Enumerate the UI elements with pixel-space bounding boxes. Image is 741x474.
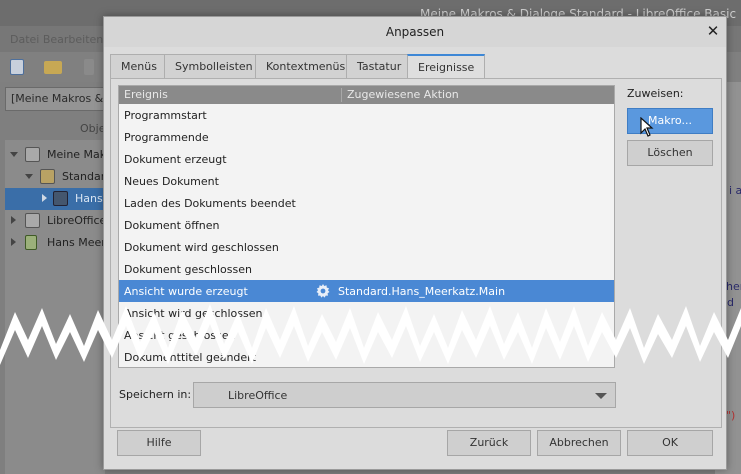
tab-events[interactable]: Ereignisse	[407, 54, 486, 78]
save-in-label: Speichern in:	[119, 388, 192, 401]
help-button[interactable]: Hilfe	[117, 430, 201, 456]
table-header: Ereignis Zugewiesene Aktion	[119, 86, 614, 104]
save-in-value: LibreOffice	[228, 389, 288, 402]
column-divider	[341, 88, 342, 102]
event-name: Dokument erzeugt	[124, 153, 227, 166]
macro-container-icon	[25, 213, 40, 228]
table-row[interactable]: Programmstart	[119, 104, 614, 126]
dialog-title: Anpassen	[385, 25, 445, 39]
table-row[interactable]: Neues Dokument	[119, 170, 614, 192]
tab-menus[interactable]: Menüs	[110, 54, 168, 78]
expand-arrow-icon[interactable]	[10, 152, 18, 157]
reset-button[interactable]: Zurück	[447, 430, 531, 456]
spreadsheet-document-icon	[25, 235, 37, 250]
download-icon[interactable]	[84, 59, 94, 75]
tree-item-document[interactable]: Hans Meer	[5, 232, 105, 254]
event-name: Programmende	[124, 131, 209, 144]
events-table: Ereignis Zugewiesene Aktion Programmstar…	[118, 85, 615, 368]
event-name: Dokument öffnen	[124, 219, 220, 232]
tree-item-libreoffice[interactable]: LibreOffice	[5, 210, 105, 232]
code-fragment: ")	[726, 409, 736, 422]
mouse-pointer-icon	[640, 117, 654, 137]
assign-label: Zuweisen:	[627, 87, 684, 100]
table-row[interactable]: Programmende	[119, 126, 614, 148]
column-header-action[interactable]: Zugewiesene Aktion	[347, 88, 459, 101]
tab-keyboard[interactable]: Tastatur	[346, 54, 413, 78]
library-icon	[40, 169, 55, 184]
column-header-event[interactable]: Ereignis	[124, 88, 168, 101]
expand-arrow-icon[interactable]	[25, 174, 33, 179]
tree-item-standard[interactable]: Standard	[5, 166, 105, 188]
event-name: Ansicht wurde erzeugt	[124, 285, 248, 298]
objects-label: Obje	[80, 122, 106, 135]
library-combo[interactable]: [Meine Makros & D	[5, 87, 105, 111]
event-name: Dokumenttitel geändert	[124, 351, 257, 364]
macro-container-icon	[25, 147, 40, 162]
event-name: Programmstart	[124, 109, 207, 122]
expand-arrow-icon[interactable]	[11, 216, 16, 224]
code-fragment: her	[726, 280, 741, 293]
tree-item-my-macros[interactable]: Meine Makr	[5, 144, 105, 166]
event-name: Dokument geschlossen	[124, 263, 252, 276]
code-fragment: i a	[729, 184, 741, 197]
module-icon	[53, 191, 68, 206]
tree-item-module-selected[interactable]: Hans	[5, 188, 105, 210]
close-icon[interactable]: ✕	[704, 22, 722, 40]
ide-menubar-text: Datei Bearbeiten	[10, 33, 104, 46]
open-folder-icon[interactable]	[44, 61, 62, 74]
gear-icon	[316, 284, 330, 298]
event-name: Ansicht wird geschlossen	[124, 307, 263, 320]
table-row[interactable]: Dokument wird geschlossen	[119, 236, 614, 258]
table-row[interactable]: Laden des Dokuments beendet	[119, 192, 614, 214]
tab-toolbars[interactable]: Symbolleisten	[164, 54, 264, 78]
ok-button[interactable]: OK	[627, 430, 713, 456]
table-row[interactable]: Dokument öffnen	[119, 214, 614, 236]
code-fragment: d	[727, 296, 734, 309]
event-name: Neues Dokument	[124, 175, 219, 188]
tab-context-menus[interactable]: Kontextmenüs	[255, 54, 357, 78]
event-name: Dokument wird geschlossen	[124, 241, 279, 254]
table-row[interactable]: Ansicht geschlossen	[119, 324, 614, 346]
save-in-select[interactable]: LibreOffice	[193, 382, 616, 408]
new-document-icon[interactable]	[10, 59, 24, 75]
event-name: Ansicht geschlossen	[124, 329, 236, 342]
table-row[interactable]: Dokumenttitel geändert	[119, 346, 614, 367]
events-tab-panel: Ereignis Zugewiesene Aktion Programmstar…	[110, 78, 722, 428]
assigned-action: Standard.Hans_Meerkatz.Main	[338, 285, 506, 298]
table-row[interactable]: Dokument geschlossen	[119, 258, 614, 280]
table-row[interactable]: Ansicht wird geschlossen	[119, 302, 614, 324]
cancel-button[interactable]: Abbrechen	[537, 430, 621, 456]
delete-button[interactable]: Löschen	[627, 140, 713, 166]
customize-dialog: Anpassen ✕ Menüs Symbolleisten Kontextme…	[103, 16, 727, 470]
expand-arrow-icon[interactable]	[42, 194, 47, 202]
event-name: Laden des Dokuments beendet	[124, 197, 296, 210]
object-tree: Meine Makr Standard Hans LibreOffice Han…	[5, 140, 105, 474]
expand-arrow-icon[interactable]	[11, 238, 16, 246]
table-row[interactable]: Dokument erzeugt	[119, 148, 614, 170]
dropdown-arrow-icon[interactable]	[595, 393, 607, 399]
table-row[interactable]: Ansicht wurde erzeugt Standard.Hans_Meerk…	[119, 280, 614, 302]
